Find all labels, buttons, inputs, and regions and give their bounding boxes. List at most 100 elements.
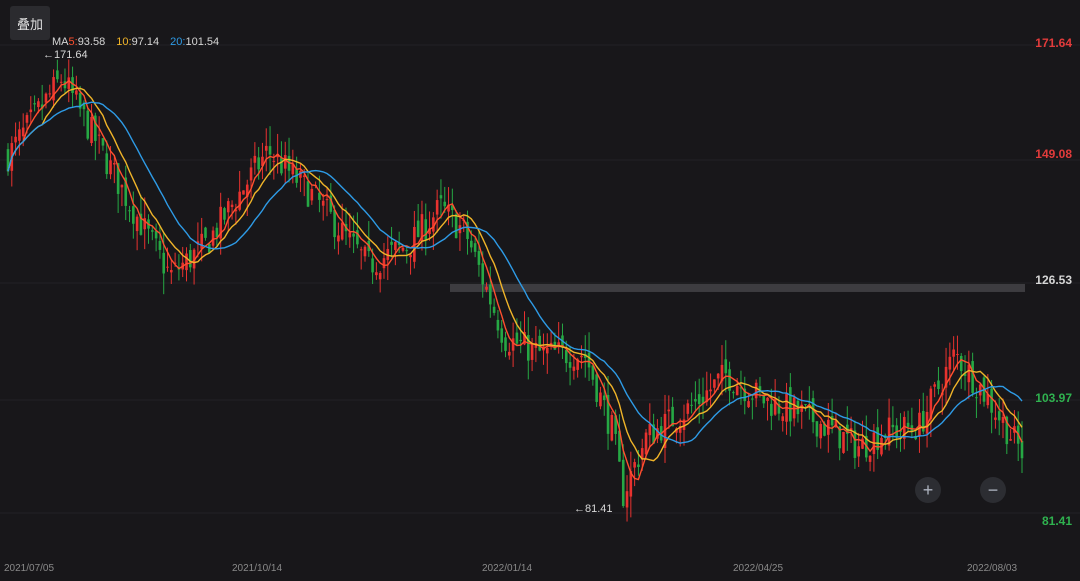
candle-body (470, 240, 473, 248)
candle-body (48, 93, 52, 95)
candle-body (485, 286, 488, 290)
ma-legend: MA5:93.58 10:97.14 20:101.54 (52, 36, 227, 48)
candle-body (109, 160, 112, 175)
candle-body (401, 247, 405, 251)
candle-body (853, 430, 857, 458)
candle-body (735, 386, 739, 396)
candle-body (443, 201, 447, 207)
candle-body (716, 373, 720, 379)
candle-body (545, 347, 549, 354)
candle-body (906, 422, 910, 427)
candle-body (496, 319, 500, 331)
candle-body (747, 401, 750, 408)
candle-body (477, 251, 481, 265)
candle-body (249, 167, 253, 181)
candle-body (887, 417, 891, 446)
candle-body (359, 249, 363, 251)
candle-body (230, 204, 234, 208)
candle-body (204, 227, 207, 238)
candle-body (511, 338, 515, 351)
candle-body (375, 272, 378, 276)
candle-body (33, 103, 36, 105)
candle-body (804, 404, 807, 406)
candle-body (56, 70, 59, 80)
candle-body (697, 394, 701, 404)
ma5-line (7, 79, 1023, 481)
candle-body (321, 200, 325, 206)
candle-body (948, 356, 952, 370)
ma20-label: 20: (170, 36, 186, 48)
overlay-button[interactable]: 叠加 (10, 6, 50, 40)
candle-body (200, 233, 203, 249)
candle-body (390, 241, 393, 245)
candle-body (21, 127, 25, 137)
candle-body (158, 240, 162, 250)
candle-body (253, 155, 257, 163)
candle-body (306, 181, 310, 207)
candle-body (310, 188, 314, 201)
candle-body (489, 284, 492, 305)
candle-body (595, 374, 598, 402)
candle-body (766, 397, 769, 401)
current-price-band (450, 283, 1025, 292)
ma5-value: 93.58 (77, 36, 106, 48)
candle-body (857, 446, 860, 457)
candle-body (868, 455, 872, 462)
candle-body (1020, 440, 1024, 459)
candle-body (538, 335, 541, 351)
candle-body (416, 220, 420, 238)
candle-body (454, 214, 458, 239)
candle-body (226, 201, 230, 213)
candle-body (564, 350, 568, 364)
zoom-in-button[interactable]: + (915, 477, 941, 503)
candle-body (280, 157, 283, 174)
candle-body (97, 134, 101, 136)
candle-body (188, 250, 192, 268)
candle-body (59, 81, 63, 83)
low-value: 81.41 (585, 503, 613, 515)
candle-body (37, 101, 40, 108)
candle-body (667, 409, 671, 412)
price-label-149: 149.08 (1035, 147, 1072, 161)
candle-body (135, 216, 139, 232)
candle-body (519, 339, 522, 342)
low-marker: ←81.41 (574, 503, 613, 515)
candle-body (508, 351, 511, 356)
candle-body (770, 403, 773, 416)
candle-body (1001, 417, 1005, 423)
candle-body (14, 136, 17, 143)
candle-body (86, 110, 90, 139)
candle-body (530, 342, 534, 360)
candle-body (29, 109, 33, 113)
high-marker: ←171.64 (43, 49, 88, 61)
candle-body (211, 230, 215, 246)
candle-body (781, 416, 785, 421)
candle-body (1009, 439, 1012, 441)
candle-body (170, 269, 173, 273)
candle-body (762, 395, 766, 404)
candle-body (815, 421, 819, 437)
arrow-left-icon: ← (574, 503, 585, 515)
candle-body (504, 337, 507, 351)
candle-body (382, 258, 386, 269)
candle-body (751, 398, 754, 400)
candle-body (918, 412, 921, 436)
candle-body (997, 411, 1001, 421)
price-label-81: 81.41 (1041, 514, 1072, 528)
candle-body (238, 191, 241, 210)
candle-body (325, 199, 329, 201)
candle-body (162, 252, 166, 274)
zoom-out-button[interactable]: − (980, 477, 1006, 503)
candle-body (264, 145, 268, 151)
candle-body (971, 361, 974, 393)
candle-body (599, 392, 602, 407)
candle-body (568, 362, 572, 368)
candle-body (621, 459, 625, 506)
candle-body (120, 184, 124, 188)
candle-body (113, 163, 116, 165)
candle-body (891, 424, 895, 428)
candle-body (633, 462, 636, 468)
date-label: 2021/10/14 (232, 563, 283, 574)
candle-body (409, 254, 412, 258)
candle-body (572, 366, 576, 371)
